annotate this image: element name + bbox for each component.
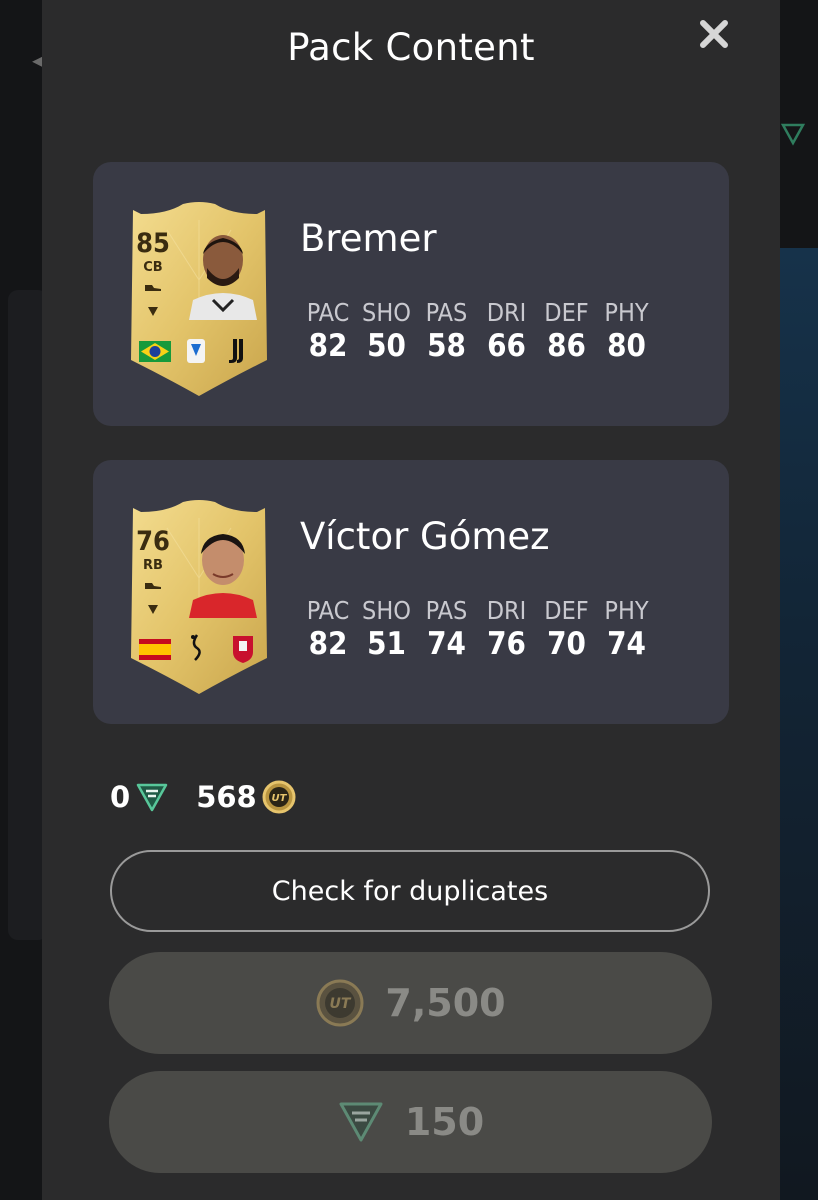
coins-balance: 568 (196, 780, 257, 814)
points-price: 150 (404, 1100, 485, 1144)
card-badges (139, 339, 243, 363)
buy-with-points-button[interactable]: 150 (109, 1071, 712, 1173)
card-rating: 85 (136, 228, 170, 259)
stat-value: 82 (308, 626, 348, 662)
stat-value: 50 (367, 328, 406, 364)
stat-label: PAC (306, 596, 350, 625)
check-duplicates-button[interactable]: Check for duplicates (110, 850, 710, 932)
stat-sho: SHO 51 (356, 598, 417, 660)
card-position: CB (143, 260, 163, 275)
stat-label: PAC (306, 298, 350, 327)
stat-value: 74 (427, 626, 466, 662)
workrate-icon (148, 307, 158, 316)
serie-a-badge-icon (187, 339, 205, 363)
stat-value: 86 (547, 328, 586, 364)
modal-title: Pack Content (287, 26, 535, 69)
stat-value: 76 (487, 626, 526, 662)
fc-points-icon (339, 1102, 383, 1142)
stat-pac: PAC 82 (299, 598, 357, 660)
player-row[interactable]: 76 RB Víctor Gómez PAC 82 SHO 51 PAS 74 … (93, 460, 729, 724)
svg-text:UT: UT (330, 996, 352, 1012)
stat-value: 51 (367, 626, 406, 662)
fc-points-icon (136, 783, 168, 812)
player-stats: PAC 82 SHO 50 PAS 58 DRI 66 DEF 86 PHY 80 (299, 300, 656, 362)
player-card[interactable]: 76 RB (127, 498, 271, 698)
player-name: Víctor Gómez (300, 515, 550, 558)
close-button[interactable] (690, 10, 738, 58)
background-right (778, 0, 818, 1200)
stat-label: SHO (362, 298, 411, 327)
stat-label: PHY (604, 298, 649, 327)
stat-label: SHO (362, 596, 411, 625)
player-name: Bremer (300, 217, 437, 260)
stat-label: DEF (544, 298, 589, 327)
card-rating: 76 (136, 526, 170, 557)
spain-flag-icon (139, 639, 171, 660)
boot-icon (145, 583, 161, 589)
player-row[interactable]: 85 CB Bremer PAC 82 SHO 50 PAS 58 DRI 66… (93, 162, 729, 426)
stat-label: DRI (486, 298, 527, 327)
stat-def: DEF 70 (536, 598, 597, 660)
stat-sho: SHO 50 (356, 300, 417, 362)
ut-coin-icon: UT (316, 979, 364, 1027)
close-icon (700, 20, 728, 48)
stat-label: DRI (486, 596, 527, 625)
svg-text:UT: UT (271, 793, 287, 804)
player-photo (189, 534, 257, 618)
brazil-flag-icon (139, 341, 171, 362)
fc-points-icon (780, 123, 806, 146)
workrate-icon (148, 605, 158, 614)
stat-phy: PHY 80 (596, 300, 657, 362)
card-position: RB (143, 558, 163, 573)
stat-value: 74 (607, 626, 646, 662)
stat-def: DEF 86 (536, 300, 597, 362)
stat-value: 82 (308, 328, 348, 364)
back-arrow-icon: ◂ (32, 48, 43, 72)
stat-label: PAS (425, 596, 468, 625)
background-left: ◂ (0, 0, 48, 1200)
stat-dri: DRI 76 (476, 598, 537, 660)
player-card[interactable]: 85 CB (127, 200, 271, 400)
fc-points-balance: 0 (110, 780, 131, 814)
boot-icon (145, 285, 161, 291)
ut-coin-icon: UT (262, 780, 296, 814)
stat-pas: PAS 58 (416, 300, 477, 362)
stat-label: DEF (544, 596, 589, 625)
coins-price: 7,500 (385, 981, 506, 1025)
stat-label: PHY (604, 596, 649, 625)
braga-crest-icon (233, 636, 253, 663)
player-stats: PAC 82 SHO 51 PAS 74 DRI 76 DEF 70 PHY 74 (299, 598, 656, 660)
background-banner (778, 248, 818, 1200)
buy-with-coins-button[interactable]: UT 7,500 (109, 952, 712, 1054)
stat-value: 66 (487, 328, 526, 364)
stat-value: 58 (427, 328, 466, 364)
player-photo (189, 235, 257, 320)
stat-value: 70 (547, 626, 586, 662)
stat-pas: PAS 74 (416, 598, 477, 660)
stat-dri: DRI 66 (476, 300, 537, 362)
stat-phy: PHY 74 (596, 598, 657, 660)
currency-balance: 0 568 UT (110, 780, 296, 814)
stat-label: PAS (425, 298, 468, 327)
stat-pac: PAC 82 (299, 300, 357, 362)
liga-portugal-badge-icon (191, 634, 201, 661)
card-badges (139, 634, 253, 663)
pack-content-modal: Pack Content 85 CB Bremer PAC 82 SHO 50 … (42, 0, 780, 1200)
juventus-crest-icon (229, 339, 243, 363)
stat-value: 80 (607, 328, 646, 364)
